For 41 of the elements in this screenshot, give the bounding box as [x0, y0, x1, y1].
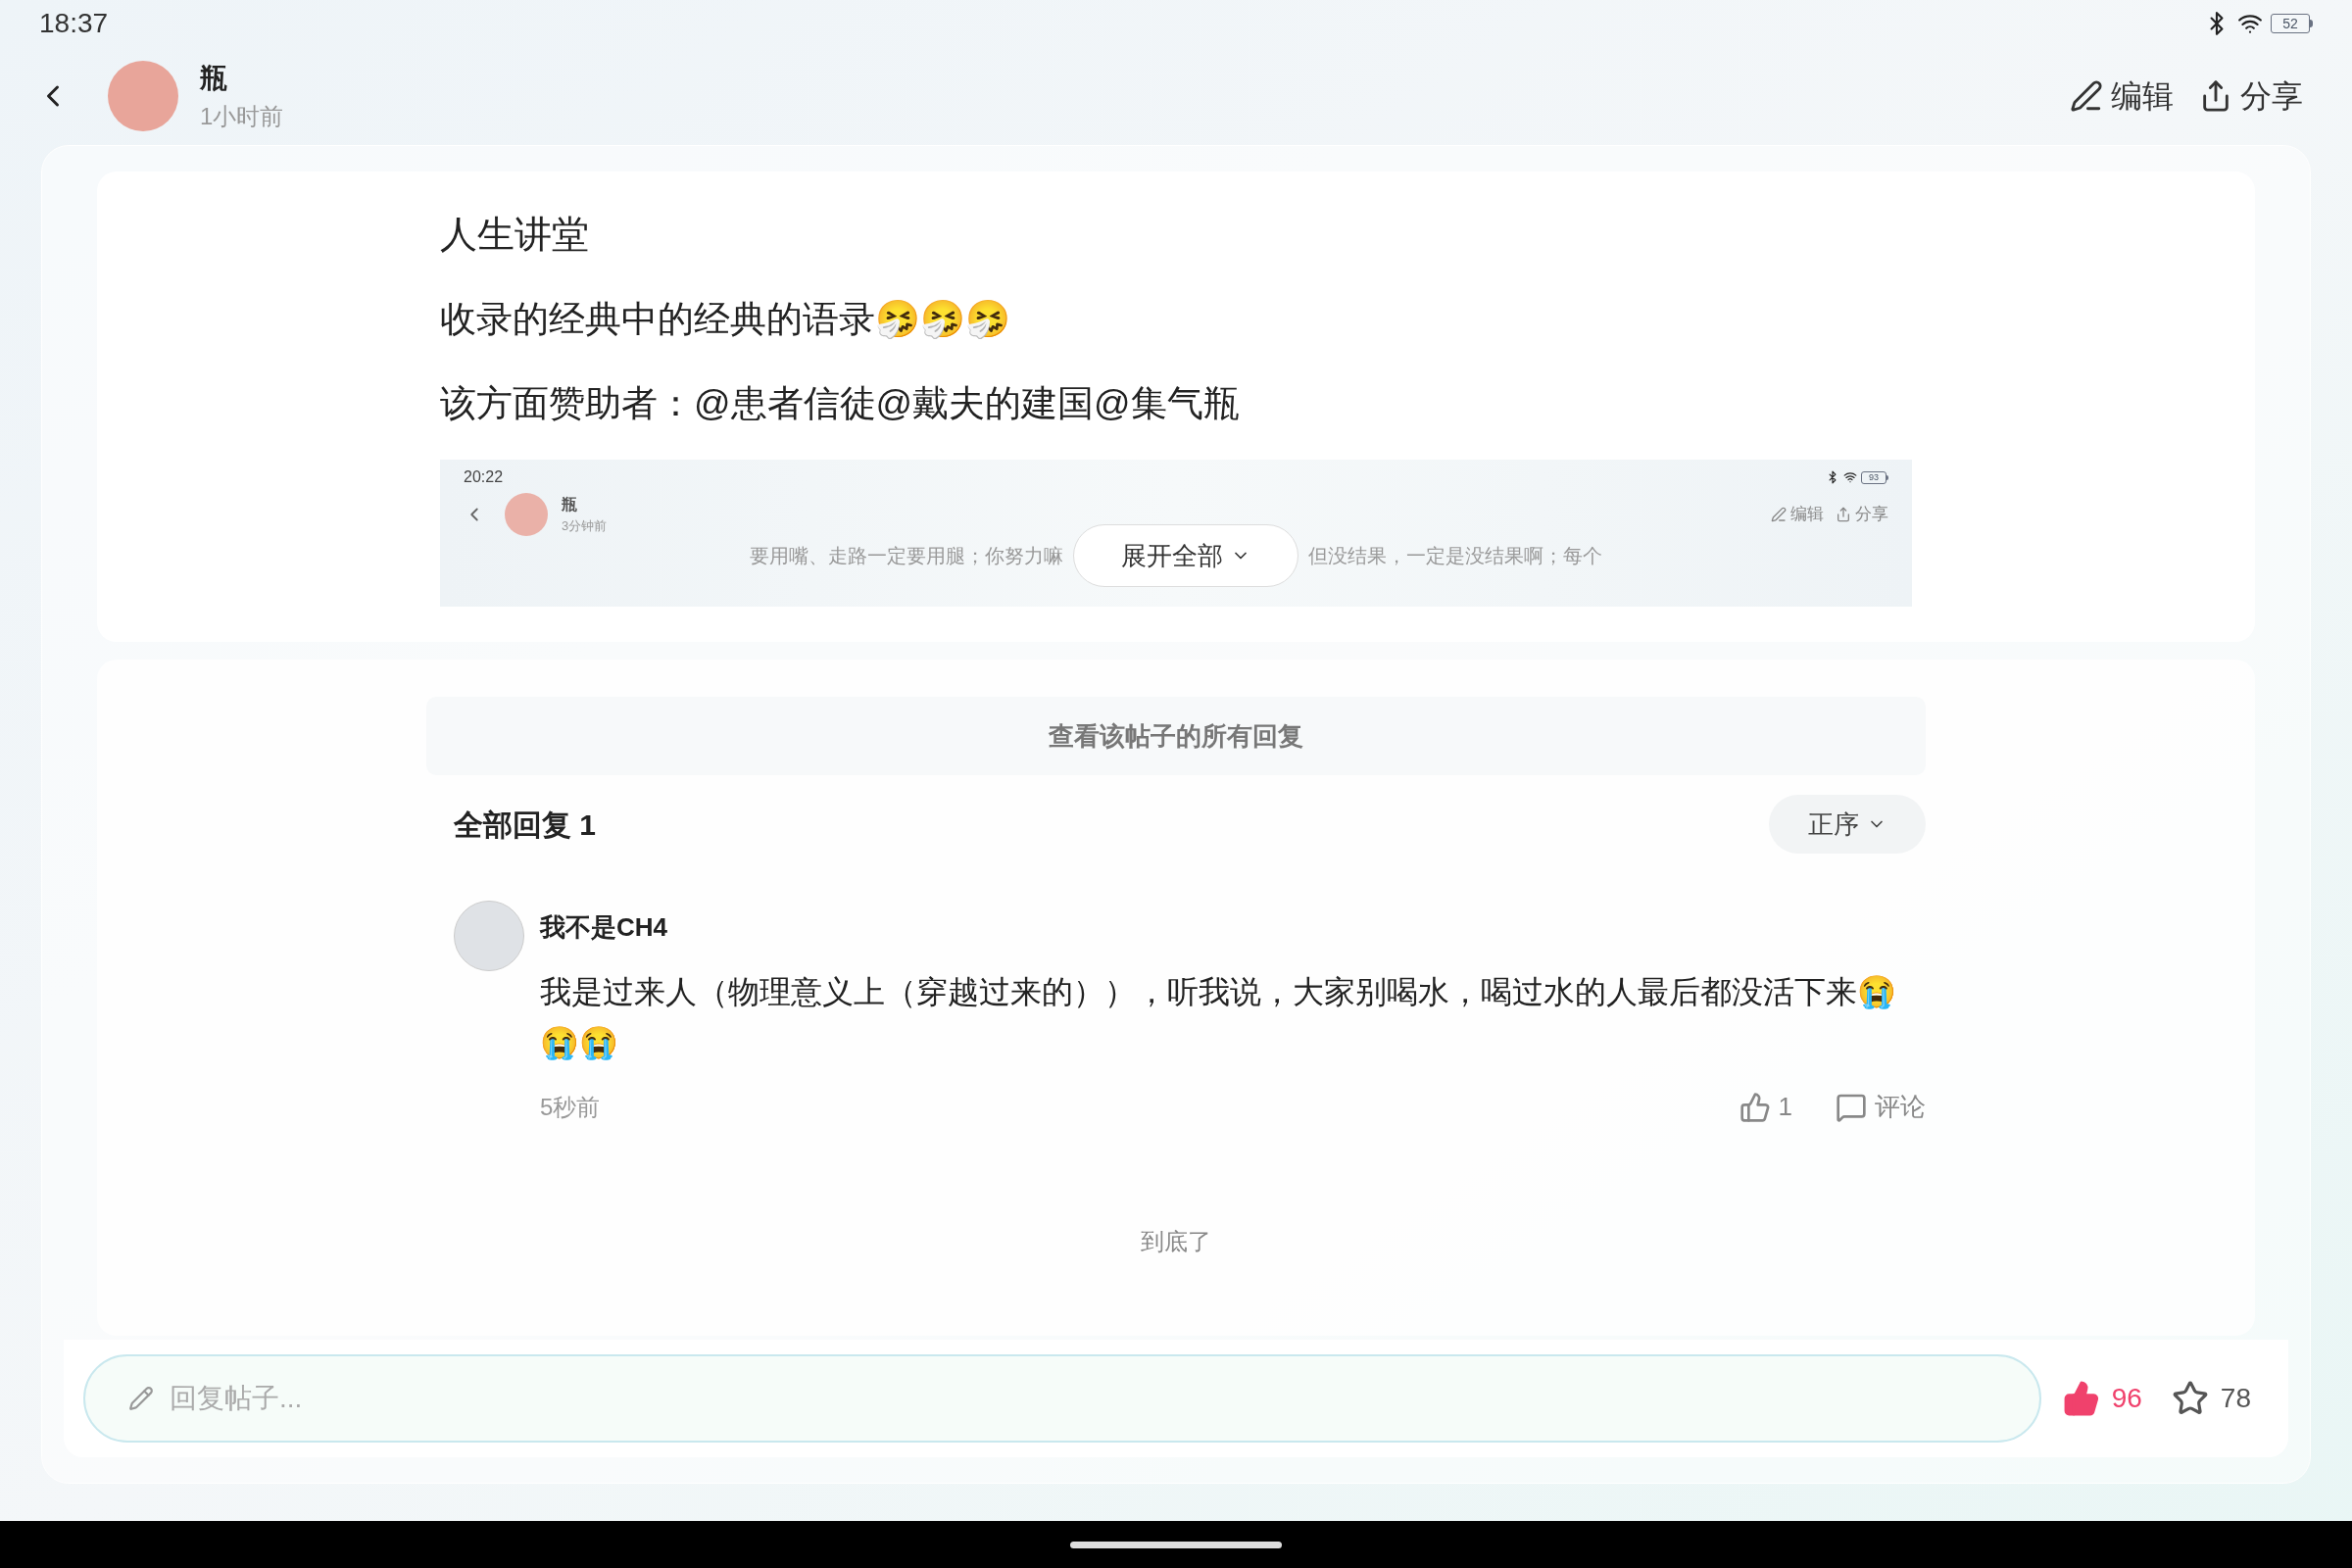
- pen-icon: [1771, 507, 1787, 522]
- post-title: 人生讲堂: [440, 213, 590, 257]
- star-icon: [2171, 1380, 2209, 1417]
- thumbs-up-icon: [1739, 1091, 1771, 1123]
- author-name: 瓶: [562, 495, 578, 515]
- battery-level: 93: [1861, 470, 1886, 484]
- share-button[interactable]: 分享: [2199, 73, 2303, 120]
- status-time: 20:22: [464, 467, 504, 487]
- replies-heading: 全部回复 1: [454, 807, 597, 843]
- end-of-list-text: 到底了: [1141, 1227, 1211, 1256]
- pencil-icon: [128, 1386, 154, 1411]
- post-time: 1小时前: [200, 102, 284, 131]
- avatar: [505, 493, 548, 536]
- reply-input[interactable]: 回复帖子...: [170, 1378, 2039, 1419]
- faded-text: 但没结果，一定是没结果啊；每个: [1308, 544, 1602, 568]
- like-button[interactable]: 1: [1739, 1088, 1792, 1126]
- wifi-icon: [1843, 470, 1857, 484]
- sort-dropdown[interactable]: 正序: [1769, 795, 1926, 854]
- thumbs-up-icon: [2062, 1380, 2100, 1417]
- share-icon: [1836, 507, 1851, 522]
- post-text: 收录的经典中的经典的语录🤧🤧🤧: [440, 298, 1011, 341]
- comment-text: 我是过来人（物理意义上（穿越过来的）），听我说，大家别喝水，喝过水的人最后都没活下来😭😭😭: [540, 973, 1897, 1062]
- author-name: 瓶: [200, 62, 228, 95]
- edit-button[interactable]: 编辑: [2070, 73, 2174, 120]
- comment-time: 5秒前: [540, 1092, 601, 1122]
- comment-button[interactable]: 评论: [1836, 1088, 1926, 1126]
- edit-label: 编辑: [1771, 502, 1824, 527]
- like-button[interactable]: 96: [2062, 1378, 2142, 1419]
- expand-button[interactable]: 展开全部: [1073, 524, 1298, 587]
- favorite-button[interactable]: 78: [2171, 1378, 2251, 1419]
- battery-level: 52: [2271, 14, 2310, 33]
- post-text: 该方面赞助者：@患者信徒@戴夫的建国@集气瓶: [440, 381, 1241, 425]
- post-time: 3分钟前: [562, 517, 608, 536]
- pen-icon: [2070, 79, 2103, 113]
- faded-text: 要用嘴、走路一定要用腿；你努力嘛: [750, 544, 1063, 568]
- status-time: 18:37: [39, 7, 109, 40]
- share-label: 分享: [1836, 502, 1888, 527]
- home-indicator[interactable]: [1070, 1541, 1282, 1548]
- commenter-name: 我不是CH4: [540, 911, 668, 944]
- reply-input-field[interactable]: 回复帖子...: [83, 1354, 2041, 1443]
- view-all-replies-button[interactable]: 查看该帖子的所有回复: [426, 697, 1926, 775]
